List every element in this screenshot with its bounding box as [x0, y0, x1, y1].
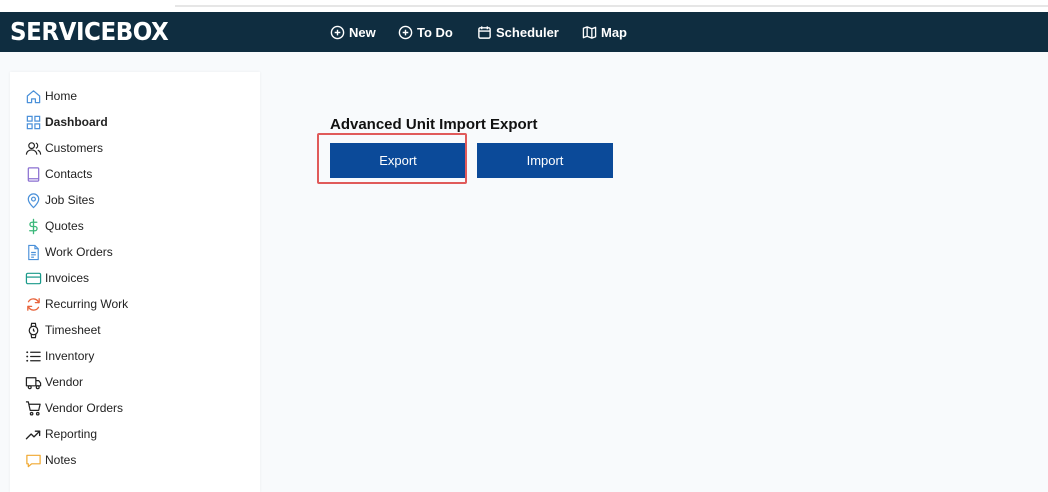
- sidebar-item-inventory[interactable]: Inventory: [24, 344, 94, 368]
- sidebar-item-label: Dashboard: [45, 115, 108, 129]
- sidebar-item-label: Inventory: [45, 349, 95, 363]
- sidebar-item-quotes[interactable]: Quotes: [24, 214, 84, 238]
- plus-circle-icon: [330, 25, 345, 39]
- sidebar-item-vendor[interactable]: Vendor: [24, 370, 83, 394]
- sidebar-item-label: Reporting: [45, 427, 98, 441]
- strip-line: [175, 5, 1048, 7]
- nav-todo[interactable]: To Do: [398, 12, 453, 52]
- list-icon: [24, 347, 42, 365]
- sidebar-item-invoices[interactable]: Invoices: [24, 266, 89, 290]
- sidebar-item-notes[interactable]: Notes: [24, 448, 76, 472]
- sidebar-item-label: Timesheet: [45, 323, 101, 337]
- sidebar-item-label: Work Orders: [45, 245, 113, 259]
- sidebar-item-reporting[interactable]: Reporting: [24, 422, 97, 446]
- page-title: Advanced Unit Import Export: [330, 116, 538, 133]
- sidebar-item-label: Customers: [45, 141, 104, 155]
- sidebar-item-contacts[interactable]: Contacts: [24, 162, 92, 186]
- nav-map[interactable]: Map: [582, 12, 627, 52]
- credit-card-icon: [24, 269, 42, 287]
- top-header: SERVICEBOX New To Do Scheduler Map: [0, 12, 1048, 52]
- sidebar-item-recurring-work[interactable]: Recurring Work: [24, 292, 128, 316]
- nav-scheduler[interactable]: Scheduler: [477, 12, 559, 52]
- sidebar-item-vendor-orders[interactable]: Vendor Orders: [24, 396, 123, 420]
- nav-scheduler-label: Scheduler: [496, 24, 559, 40]
- cart-icon: [24, 399, 42, 417]
- sidebar-item-home[interactable]: Home: [24, 84, 77, 108]
- refresh-icon: [24, 295, 42, 313]
- sidebar: Home Dashboard Customers Contacts Job Si…: [10, 72, 260, 492]
- users-icon: [24, 139, 42, 157]
- grid-icon: [24, 113, 42, 131]
- map-pin-icon: [24, 191, 42, 209]
- map-icon: [582, 25, 597, 39]
- book-icon: [24, 165, 42, 183]
- sidebar-item-label: Vendor Orders: [45, 401, 124, 415]
- sidebar-item-label: Notes: [45, 453, 77, 467]
- truck-icon: [24, 373, 42, 391]
- nav-map-label: Map: [601, 24, 627, 40]
- calendar-icon: [478, 25, 491, 39]
- home-icon: [24, 87, 42, 105]
- import-button[interactable]: Import: [477, 143, 613, 178]
- sidebar-item-dashboard[interactable]: Dashboard: [24, 110, 108, 134]
- browser-top-strip: [0, 0, 1048, 12]
- sidebar-item-label: Quotes: [45, 219, 84, 233]
- sidebar-item-label: Home: [45, 89, 78, 103]
- dollar-icon: [24, 217, 42, 235]
- sidebar-item-label: Invoices: [45, 271, 90, 285]
- sidebar-item-label: Vendor: [45, 375, 84, 389]
- document-icon: [24, 243, 42, 261]
- servicebox-logo[interactable]: SERVICEBOX: [10, 16, 169, 48]
- export-button[interactable]: Export: [330, 143, 466, 178]
- message-icon: [24, 451, 42, 469]
- nav-new[interactable]: New: [330, 12, 376, 52]
- sidebar-item-job-sites[interactable]: Job Sites: [24, 188, 94, 212]
- sidebar-item-work-orders[interactable]: Work Orders: [24, 240, 113, 264]
- trending-up-icon: [24, 425, 42, 443]
- sidebar-item-label: Recurring Work: [45, 297, 129, 311]
- watch-icon: [24, 321, 42, 339]
- sidebar-item-customers[interactable]: Customers: [24, 136, 103, 160]
- sidebar-item-timesheet[interactable]: Timesheet: [24, 318, 101, 342]
- sidebar-item-label: Contacts: [45, 167, 93, 181]
- nav-new-label: New: [349, 24, 376, 40]
- sidebar-item-label: Job Sites: [45, 193, 95, 207]
- nav-todo-label: To Do: [417, 24, 453, 40]
- plus-circle-icon: [398, 25, 413, 39]
